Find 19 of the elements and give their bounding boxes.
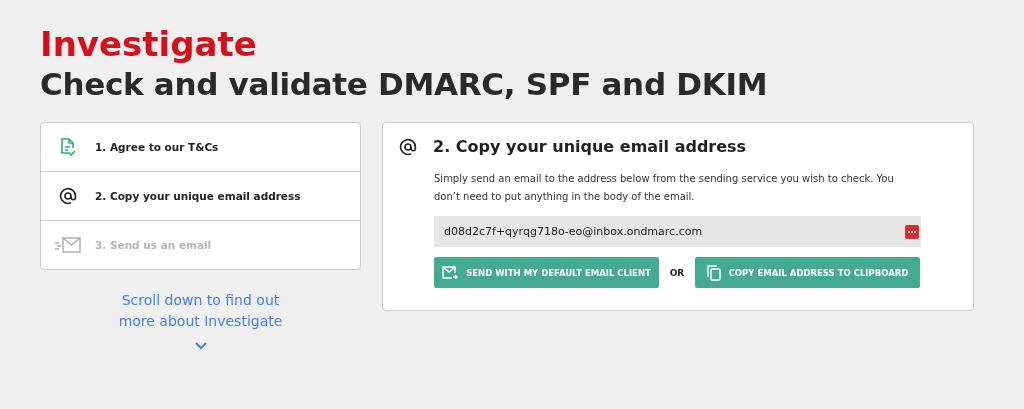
page-title: Check and validate DMARC, SPF and DKIM	[40, 65, 769, 104]
document-check-icon	[60, 137, 76, 157]
password-manager-icon[interactable]	[905, 224, 919, 239]
chevron-down-icon[interactable]	[194, 342, 207, 350]
panel-title: 2. Copy your unique email address	[433, 137, 747, 156]
page-eyebrow: Investigate	[40, 24, 258, 64]
scroll-hint[interactable]: Scroll down to find out more about Investigate	[105, 290, 296, 332]
copy-address-button[interactable]: COPY EMAIL ADDRESS TO CLIPBOARD	[695, 257, 920, 288]
envelope-send-icon	[442, 266, 459, 279]
or-separator: OR	[668, 267, 686, 278]
at-sign-icon	[59, 187, 77, 205]
send-email-button[interactable]: SEND WITH MY DEFAULT EMAIL CLIENT	[434, 257, 659, 288]
step-label[interactable]: 2. Copy your unique email address	[95, 190, 301, 202]
at-sign-icon	[399, 137, 417, 156]
address-field[interactable]: d08d2c7f+qyrqg718o-eo@inbox.ondmarc.com	[434, 216, 921, 247]
step-label[interactable]: 1. Agree to our T&Cs	[95, 141, 219, 153]
copy-icon	[706, 264, 721, 281]
envelope-icon	[54, 236, 82, 254]
panel-description: Simply send an email to the address below from the sending service you wish to check. You don’t need to put anything in the body of the email.	[434, 172, 895, 204]
